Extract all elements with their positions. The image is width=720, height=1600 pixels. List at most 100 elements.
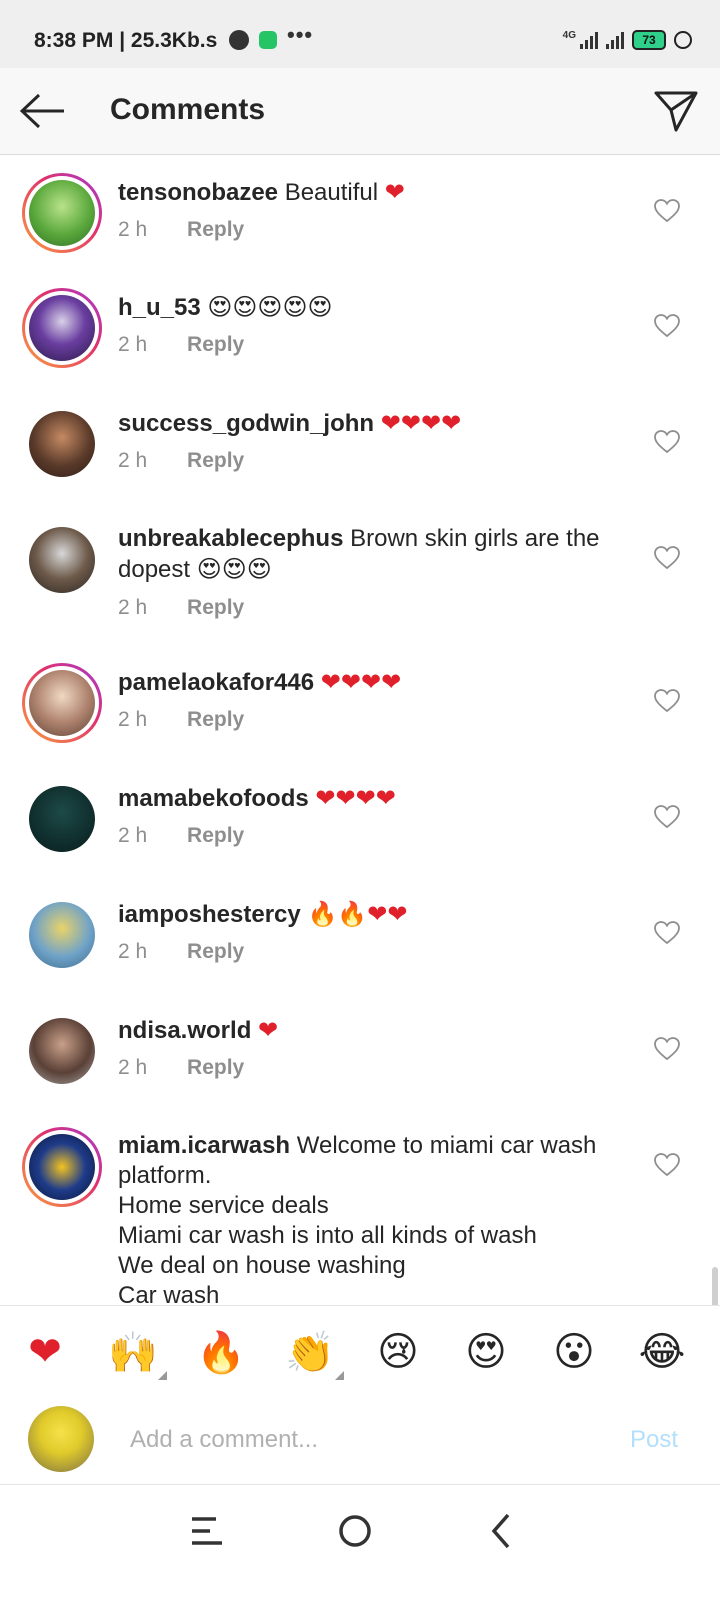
battery-icon: 73 — [632, 30, 666, 50]
comment-username[interactable]: success_godwin_john — [118, 410, 374, 437]
paper-plane-icon[interactable] — [654, 90, 698, 132]
comment-emoji: ❤❤❤❤ — [315, 784, 396, 812]
emoji-heart-eyes-button[interactable]: 😍 — [460, 1326, 512, 1378]
comment-body: tensonobazee Beautiful ❤ — [118, 177, 618, 208]
reply-button[interactable]: Reply — [187, 596, 244, 619]
back-chevron-icon[interactable] — [480, 1509, 524, 1553]
emoji-heart-button[interactable]: ❤ — [19, 1326, 71, 1378]
comment-username[interactable]: unbreakablecephus — [118, 525, 343, 552]
reply-button[interactable]: Reply — [187, 708, 244, 731]
reply-button[interactable]: Reply — [187, 218, 244, 241]
comment-composer: Post — [0, 1394, 720, 1485]
reply-button[interactable]: Reply — [187, 824, 244, 847]
more-dots-icon: ••• — [287, 22, 314, 47]
heart-outline-icon[interactable] — [654, 430, 680, 454]
comment-emoji: ❤❤❤❤ — [380, 409, 462, 437]
reply-button[interactable]: Reply — [187, 333, 244, 356]
comment-time: 2 h — [118, 940, 148, 963]
whatsapp-icon — [259, 31, 277, 49]
comment-username[interactable]: pamelaokafor446 — [118, 669, 314, 696]
skin-tone-corner-icon — [158, 1371, 167, 1380]
comment-text — [374, 410, 381, 437]
avatar[interactable] — [22, 173, 102, 253]
comment-body: ndisa.world ❤ — [118, 1015, 618, 1046]
comment-emoji: 😍😍😍 — [196, 555, 272, 583]
comment-meta: 2 h Reply — [118, 708, 244, 732]
comment-body: mamabekofoods ❤❤❤❤ — [118, 783, 618, 814]
heart-outline-icon[interactable] — [654, 314, 680, 338]
comment-time: 2 h — [118, 218, 148, 241]
comment-input[interactable] — [128, 1420, 592, 1460]
comment-time: 2 h — [118, 708, 148, 731]
emoji-surprised-button[interactable]: 😮 — [548, 1326, 600, 1378]
scrollbar-thumb[interactable] — [712, 1267, 718, 1305]
comment-time: 2 h — [118, 333, 148, 356]
avatar[interactable] — [22, 1011, 102, 1091]
comment-line: Home service deals — [118, 1192, 329, 1219]
avatar[interactable] — [22, 663, 102, 743]
comment-username[interactable]: iamposhestercy — [118, 901, 301, 928]
heart-outline-icon[interactable] — [654, 1153, 680, 1177]
battery-level: 73 — [642, 33, 656, 47]
avatar[interactable] — [22, 895, 102, 975]
comment-text: Beautiful — [278, 179, 385, 206]
emoji-raised-hands-button[interactable]: 🙌 — [107, 1326, 167, 1380]
comment-meta: 2 h Reply — [118, 333, 244, 357]
heart-outline-icon[interactable] — [654, 805, 680, 829]
post-button[interactable]: Post — [630, 1426, 678, 1454]
heart-outline-icon[interactable] — [654, 921, 680, 945]
avatar[interactable] — [22, 1127, 102, 1207]
reply-button[interactable]: Reply — [187, 940, 244, 963]
emoji-fire-button[interactable]: 🔥 — [195, 1326, 247, 1378]
status-notification-icons: ••• — [229, 22, 313, 50]
verified-icon — [229, 30, 249, 50]
comment-emoji: ❤ — [258, 1016, 279, 1044]
skin-tone-corner-icon — [335, 1371, 344, 1380]
heart-outline-icon[interactable] — [654, 689, 680, 713]
status-time: 8:38 PM | 25.3Kb.s — [34, 29, 218, 52]
emoji-clap-icon: 👏 — [285, 1329, 335, 1376]
comment-meta: 2 h Reply — [118, 1056, 244, 1080]
reply-button[interactable]: Reply — [187, 449, 244, 472]
emoji-crying-button[interactable]: 😢 — [372, 1326, 424, 1378]
comment-body: pamelaokafor446 ❤❤❤❤ — [118, 667, 618, 698]
comment-time: 2 h — [118, 1056, 148, 1079]
comment-username[interactable]: tensonobazee — [118, 179, 278, 206]
avatar[interactable] — [22, 520, 102, 600]
emoji-raised-hands-icon: 🙌 — [108, 1329, 158, 1376]
avatar[interactable] — [22, 779, 102, 859]
current-user-avatar — [28, 1406, 94, 1472]
comment-meta: 2 h Reply — [118, 596, 244, 620]
menu-icon[interactable] — [186, 1509, 230, 1553]
comment-meta: 2 h Reply — [118, 824, 244, 848]
arrow-left-icon[interactable] — [20, 93, 66, 129]
emoji-laughing-button[interactable]: 😂 — [636, 1326, 688, 1378]
comment-time: 2 h — [118, 596, 148, 619]
comment-list[interactable]: tensonobazee Beautiful ❤ 2 h Reply h_u_5… — [0, 155, 720, 1305]
header: Comments — [0, 68, 720, 155]
charging-icon — [674, 31, 692, 49]
page-title: Comments — [110, 93, 266, 126]
heart-outline-icon[interactable] — [654, 199, 680, 223]
comment-body: miam.icarwash Welcome to miami car wash … — [118, 1131, 618, 1305]
avatar[interactable] — [22, 404, 102, 484]
comment-username[interactable]: miam.icarwash — [118, 1132, 290, 1159]
comment-emoji: 🔥🔥❤❤ — [307, 900, 408, 928]
avatar[interactable] — [22, 288, 102, 368]
quick-emoji-bar: ❤ 🙌 🔥 👏 😢 😍 😮 😂 — [0, 1305, 720, 1395]
reply-button[interactable]: Reply — [187, 1056, 244, 1079]
comment-emoji: ❤❤❤❤ — [320, 668, 402, 696]
comment-body: success_godwin_john ❤❤❤❤ — [118, 408, 618, 439]
comment-username[interactable]: h_u_53 — [118, 294, 201, 321]
heart-outline-icon[interactable] — [654, 546, 680, 570]
emoji-clap-button[interactable]: 👏 — [284, 1326, 344, 1380]
comment-username[interactable]: ndisa.world — [118, 1017, 251, 1044]
comment-body: h_u_53 😍😍😍😍😍 — [118, 292, 618, 323]
comment-username[interactable]: mamabekofoods — [118, 785, 309, 812]
home-circle-icon[interactable] — [333, 1509, 377, 1553]
comment-time: 2 h — [118, 824, 148, 847]
heart-outline-icon[interactable] — [654, 1037, 680, 1061]
comment-emoji: ❤ — [384, 178, 405, 206]
comment-meta: 2 h Reply — [118, 940, 244, 964]
signal-icon — [580, 31, 598, 49]
